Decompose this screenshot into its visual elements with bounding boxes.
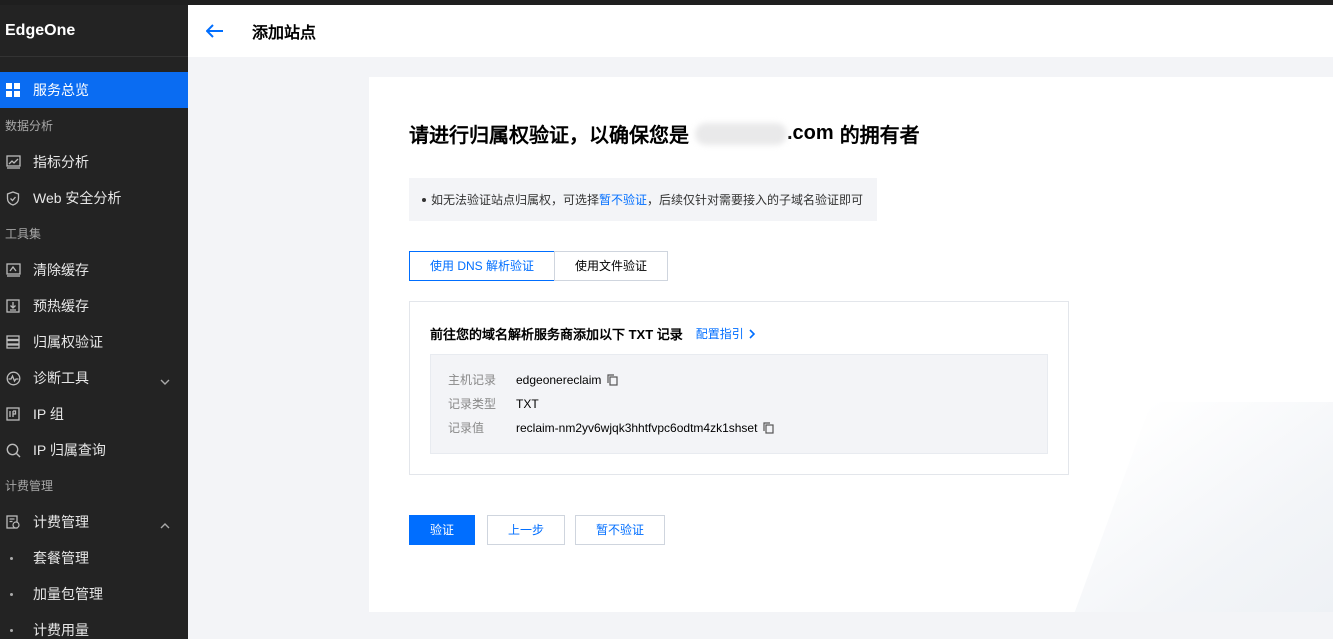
sidebar-item-label: 套餐管理 [33,548,89,568]
ip-icon [5,406,21,422]
sidebar-item-label: IP 归属查询 [33,440,106,460]
brand-logo[interactable]: EdgeOne [0,5,188,57]
sidebar-item-ownership[interactable]: 归属权验证 [0,324,188,360]
skip-verify-button[interactable]: 暂不验证 [575,515,665,545]
headline-suffix: 的拥有者 [840,119,920,148]
grid-icon [5,82,21,98]
action-bar: 验证 上一步 暂不验证 [409,515,665,545]
sidebar-item-label: 指标分析 [33,152,89,172]
sidebar-item-ip-group[interactable]: IP 组 [0,396,188,432]
sidebar-item-label: Web 安全分析 [33,188,121,208]
notice-text-after: ，后续仅针对需要接入的子域名验证即可 [647,191,863,208]
panel-title: 前往您的域名解析服务商添加以下 TXT 记录 配置指引 [430,324,755,343]
sidebar-item-diagnostics[interactable]: 诊断工具 [0,360,188,396]
sidebar: EdgeOne 服务总览数据分析指标分析 Web 安全分析工具集清除缓存预热缓存归… [0,5,188,639]
verify-button[interactable]: 验证 [409,515,475,545]
copy-icon[interactable] [763,422,774,434]
sidebar-item-label: 计费管理 [33,512,89,532]
headline-domain-tail: .com [787,122,834,145]
record-key: 记录值 [448,419,516,436]
page-header: 添加站点 [188,5,1333,57]
sidebar-group-label: 计费管理 [0,468,188,504]
verify-method-tabs: 使用 DNS 解析验证 使用文件验证 [409,251,668,281]
bullet-icon [10,593,13,596]
notice-box: 如无法验证站点归属权，可选择 暂不验证 ，后续仅针对需要接入的子域名验证即可 [409,178,877,221]
record-key: 主机记录 [448,371,516,388]
decorative-background [1075,402,1333,612]
bullet-icon [10,629,13,632]
config-guide-label: 配置指引 [696,325,744,342]
sidebar-item-label: IP 组 [33,404,64,424]
sidebar-item-overview[interactable]: 服务总览 [0,72,188,108]
sidebar-item-label: 清除缓存 [33,260,89,280]
bullet-icon [422,198,426,202]
headline-prefix: 请进行归属权验证，以确保您是 [409,119,689,148]
page-title: 添加站点 [252,19,316,43]
record-row-type: 记录类型 TXT [448,395,539,412]
record-value: edgeonereclaim [516,373,601,387]
billing-icon [5,514,21,530]
copy-icon[interactable] [607,374,618,386]
download-icon [5,298,21,314]
sidebar-subitem-addons[interactable]: 加量包管理 [0,576,188,612]
sidebar-item-label: 计费用量 [33,620,89,639]
record-value: reclaim-nm2yv6wjqk3hhtfvpc6odtm4zk1shset [516,421,757,435]
record-value: TXT [516,397,539,411]
sidebar-item-label: 预热缓存 [33,296,89,316]
chart-icon [5,154,21,170]
sidebar-group-label: 数据分析 [0,108,188,144]
sidebar-item-label: 服务总览 [33,80,89,100]
record-row-host: 主机记录 edgeonereclaim [448,371,618,388]
sidebar-item-ip-lookup[interactable]: IP 归属查询 [0,432,188,468]
skip-verify-link[interactable]: 暂不验证 [599,191,647,208]
server-icon [5,334,21,350]
sidebar-item-billing[interactable]: 计费管理 [0,504,188,540]
bullet-icon [10,557,13,560]
config-guide-link[interactable]: 配置指引 [696,325,755,342]
pulse-icon [5,370,21,386]
sidebar-item-label: 诊断工具 [33,368,89,388]
chevron-right-icon [749,329,755,339]
sidebar-item-purge-cache[interactable]: 清除缓存 [0,252,188,288]
sidebar-item-label: 归属权验证 [33,332,103,352]
prev-step-button[interactable]: 上一步 [487,515,565,545]
tab-dns-verify[interactable]: 使用 DNS 解析验证 [409,251,555,281]
sidebar-item-label: 加量包管理 [33,584,103,604]
sidebar-subitem-usage[interactable]: 计费用量 [0,612,188,639]
sidebar-item-web-security[interactable]: Web 安全分析 [0,180,188,216]
verification-headline: 请进行归属权验证，以确保您是 .com 的拥有者 [409,119,920,148]
sidebar-item-prefetch-cache[interactable]: 预热缓存 [0,288,188,324]
sidebar-subitem-plans[interactable]: 套餐管理 [0,540,188,576]
panel-title-text: 前往您的域名解析服务商添加以下 TXT 记录 [430,324,683,343]
search-icon [5,442,21,458]
shield-icon [5,190,21,206]
sidebar-item-metrics[interactable]: 指标分析 [0,144,188,180]
purge-icon [5,262,21,278]
main-card: 请进行归属权验证，以确保您是 .com 的拥有者 如无法验证站点归属权，可选择 … [369,77,1333,612]
redacted-domain [695,123,787,145]
record-box: 主机记录 edgeonereclaim 记录类型 TXT 记录值 reclaim… [430,354,1048,454]
back-arrow-icon[interactable] [206,24,226,38]
sidebar-group-label: 工具集 [0,216,188,252]
sidebar-nav: 服务总览数据分析指标分析 Web 安全分析工具集清除缓存预热缓存归属权验证诊断工具… [0,72,188,639]
chevron-down-icon[interactable] [160,372,170,388]
chevron-up-icon[interactable] [160,516,170,532]
record-row-value: 记录值 reclaim-nm2yv6wjqk3hhtfvpc6odtm4zk1s… [448,419,774,436]
notice-text-before: 如无法验证站点归属权，可选择 [431,191,599,208]
record-key: 记录类型 [448,395,516,412]
dns-record-panel: 前往您的域名解析服务商添加以下 TXT 记录 配置指引 主机记录 edgeone… [409,301,1069,475]
tab-file-verify[interactable]: 使用文件验证 [554,251,668,281]
